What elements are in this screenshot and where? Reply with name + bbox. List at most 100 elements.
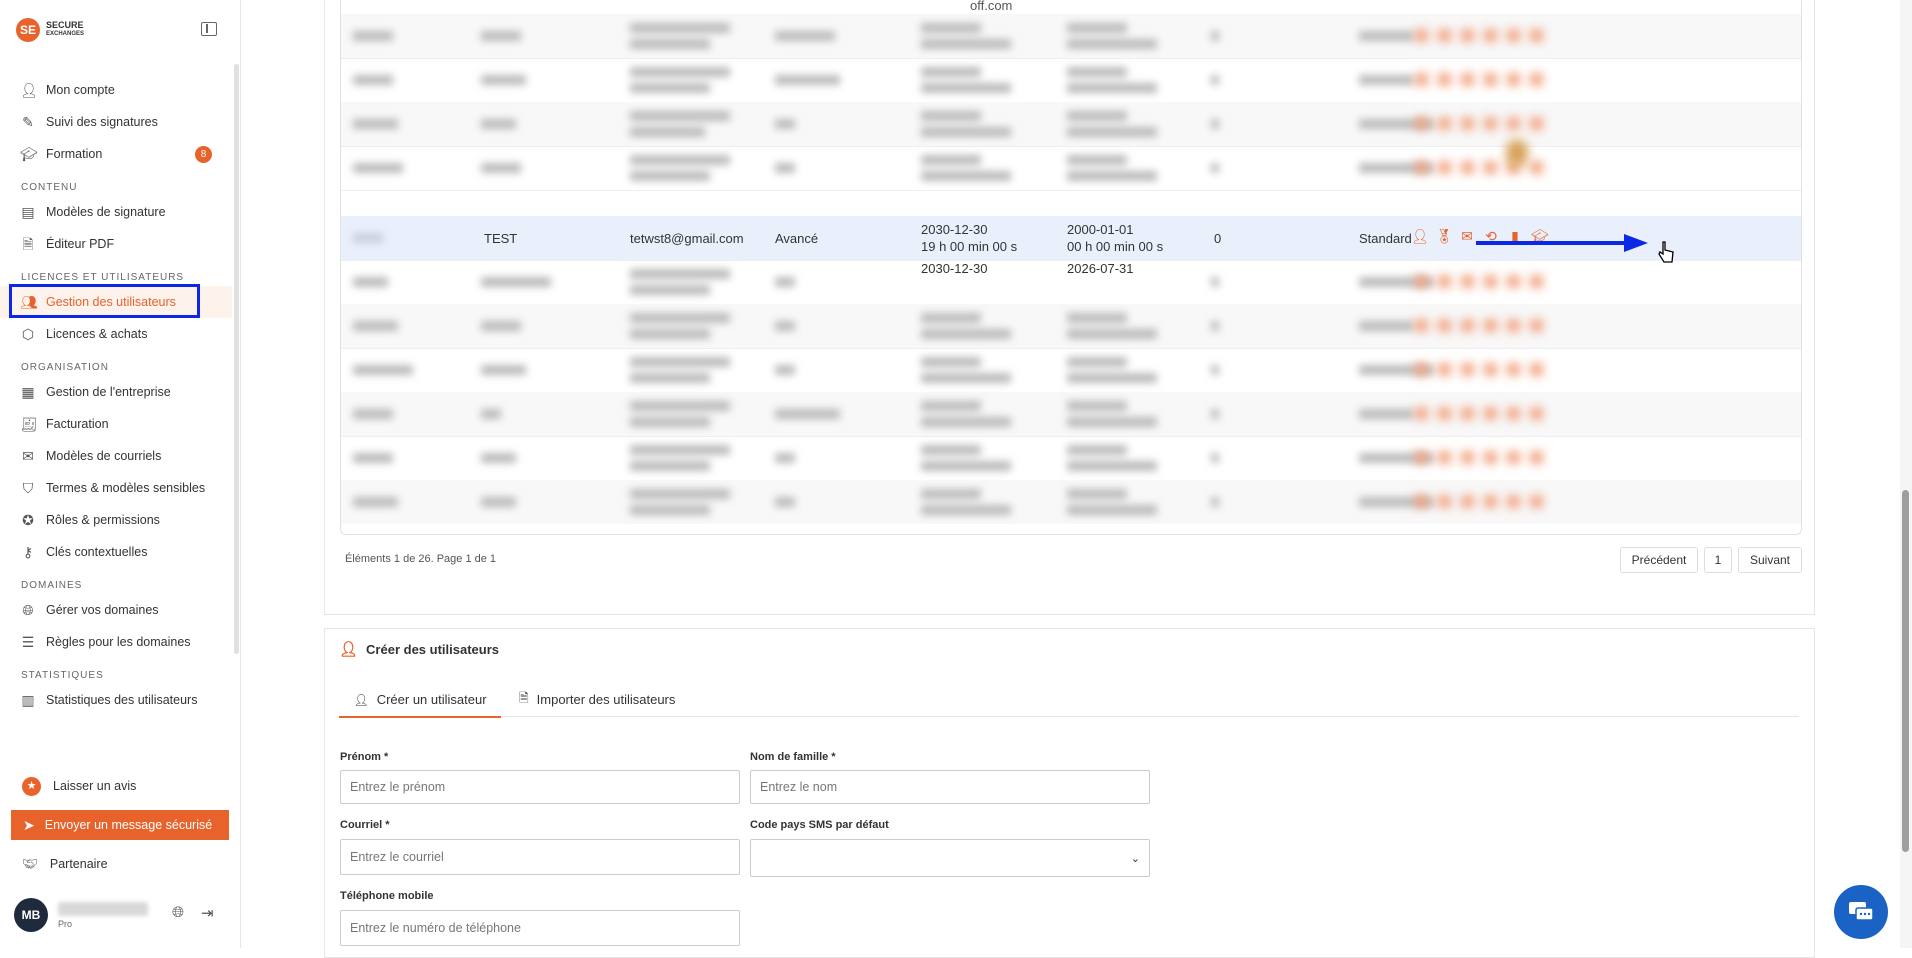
page-scrollbar-thumb[interactable] bbox=[1902, 490, 1909, 852]
sidebar-nav: 👤︎ Mon compte ✎ Suivi des signatures 🎓︎ … bbox=[0, 74, 232, 716]
tab-import-users[interactable]: 🗎︎ Importer des utilisateurs bbox=[519, 683, 675, 716]
logo-line2: EXCHANGES bbox=[46, 31, 85, 37]
partial-date2: 2026-07-31 bbox=[1067, 260, 1134, 276]
sidebar-item-label: Modèles de signature bbox=[46, 205, 166, 219]
email-label: Courriel * bbox=[340, 819, 390, 831]
blurred-username bbox=[58, 901, 148, 916]
page-number-button[interactable]: 1 bbox=[1704, 547, 1732, 573]
highlight-annotation-box bbox=[9, 284, 200, 318]
section-title: ORGANISATION bbox=[21, 362, 109, 373]
sidebar-item-roles-permissions[interactable]: ✪ Rôles & permissions bbox=[0, 504, 232, 536]
user-plus-icon: 👤︎ bbox=[339, 641, 359, 658]
sidebar-item-label: Modèles de courriels bbox=[46, 449, 162, 463]
table-row[interactable] bbox=[341, 436, 1801, 481]
mouse-pointer-icon bbox=[1658, 241, 1674, 263]
pen-icon: ✎ bbox=[22, 114, 34, 130]
table-row[interactable] bbox=[341, 480, 1801, 524]
table-row[interactable] bbox=[341, 14, 1801, 59]
table-row[interactable] bbox=[341, 348, 1801, 393]
table-row[interactable] bbox=[341, 146, 1801, 191]
cell-last-name: TEST bbox=[484, 230, 518, 246]
sidebar-item-formation[interactable]: 🎓︎ Formation 8 bbox=[0, 138, 232, 170]
cell-email: tetwst8@gmail.com bbox=[630, 230, 744, 246]
sidebar-bottom: ★ Laisser un avis ➤ Envoyer un message s… bbox=[0, 770, 240, 880]
page-scrollbar[interactable] bbox=[1900, 0, 1912, 948]
partner-label: Partenaire bbox=[49, 857, 108, 871]
mail-icon: ✉ bbox=[22, 448, 34, 464]
globe-icon[interactable]: 🌐︎ bbox=[172, 904, 184, 921]
avatar: MB bbox=[14, 898, 48, 932]
sidebar-item-termes-sensibles[interactable]: ⛉ Termes & modèles sensibles bbox=[0, 472, 232, 504]
star-icon: ★ bbox=[22, 776, 41, 796]
sidebar-item-statistiques[interactable]: ▥ Statistiques des utilisateurs bbox=[0, 684, 232, 716]
building-icon: ▦ bbox=[21, 384, 35, 400]
chevron-down-icon: ⌄ bbox=[1130, 852, 1140, 865]
sidebar-item-regles-domaines[interactable]: ☰ Règles pour les domaines bbox=[0, 626, 232, 658]
chat-widget-button[interactable] bbox=[1834, 885, 1888, 939]
send-label: Envoyer un message sécurisé bbox=[44, 818, 213, 832]
table-row[interactable] bbox=[341, 304, 1801, 349]
sliders-icon: ☰ bbox=[21, 634, 35, 650]
sidebar-item-gestion-entreprise[interactable]: ▦ Gestion de l'entreprise bbox=[0, 376, 232, 408]
phone-input[interactable]: Entrez le numéro de téléphone bbox=[340, 910, 740, 946]
sidebar-item-label: Termes & modèles sensibles bbox=[46, 481, 206, 495]
section-title: STATISTIQUES bbox=[21, 670, 104, 681]
bar-chart-icon: ▥ bbox=[21, 692, 35, 708]
partner-link[interactable]: 🤝︎ Partenaire bbox=[0, 848, 240, 880]
badge-check-icon: ✪ bbox=[22, 512, 34, 528]
logout-icon[interactable]: ⇥ bbox=[201, 904, 214, 922]
sidebar-item-label: Suivi des signatures bbox=[46, 115, 158, 129]
sidebar-item-suivi-signatures[interactable]: ✎ Suivi des signatures bbox=[0, 106, 232, 138]
table-row[interactable] bbox=[341, 102, 1801, 147]
sidebar-item-gerer-domaines[interactable]: 🌐︎ Gérer vos domaines bbox=[0, 594, 232, 626]
annotation-arrow bbox=[1476, 234, 1648, 252]
sms-country-select[interactable]: ⌄ bbox=[750, 839, 1150, 877]
first-name-label: Prénom * bbox=[340, 751, 389, 763]
graduation-cap-icon: 🎓︎ bbox=[20, 146, 38, 162]
sidebar-item-modeles-signature[interactable]: ▤ Modèles de signature bbox=[0, 196, 232, 228]
create-users-tabs: 👤︎ Créer un utilisateur 🗎︎ Importer des … bbox=[339, 683, 1799, 718]
sidebar-item-mon-compte[interactable]: 👤︎ Mon compte bbox=[0, 74, 232, 106]
sidebar-item-gestion-utilisateurs[interactable]: 👥︎ Gestion des utilisateurs bbox=[0, 284, 232, 318]
sidebar-item-licences-achats[interactable]: ⬡ Licences & achats bbox=[0, 318, 232, 350]
user-edit-icon[interactable]: 👤︎ bbox=[1411, 228, 1429, 245]
send-secure-message-button[interactable]: ➤ Envoyer un message sécurisé bbox=[11, 810, 229, 840]
table-row[interactable] bbox=[341, 58, 1801, 103]
sidebar-item-facturation[interactable]: 🧾︎ Facturation bbox=[0, 408, 232, 440]
previous-page-button[interactable]: Précédent bbox=[1620, 547, 1698, 573]
mail-icon[interactable]: ✉ bbox=[1459, 228, 1475, 245]
table-row[interactable]: 2030-12-30 2026-07-31 bbox=[341, 260, 1801, 305]
review-label: Laisser un avis bbox=[53, 779, 137, 793]
first-name-input[interactable]: Entrez le prénom bbox=[340, 770, 740, 804]
sidebar-item-label: Clés contextuelles bbox=[46, 545, 148, 559]
award-icon[interactable]: 🏅︎ bbox=[1435, 228, 1453, 245]
cell-count: 0 bbox=[1214, 230, 1222, 246]
sidebar-item-cles-contextuelles[interactable]: ⚷ Clés contextuelles bbox=[0, 536, 232, 568]
sidebar-toggle-icon[interactable] bbox=[201, 22, 217, 36]
review-link[interactable]: ★ Laisser un avis bbox=[0, 770, 240, 802]
sidebar-item-label: Formation bbox=[46, 147, 103, 161]
next-page-button[interactable]: Suivant bbox=[1738, 547, 1802, 573]
table-row[interactable] bbox=[341, 392, 1801, 437]
sidebar-scrollbar[interactable] bbox=[234, 64, 239, 654]
sidebar-item-modeles-courriels[interactable]: ✉ Modèles de courriels bbox=[0, 440, 232, 472]
phone-label: Téléphone mobile bbox=[340, 890, 434, 902]
shield-icon: ⛉ bbox=[22, 480, 34, 496]
sidebar-item-label: Éditeur PDF bbox=[46, 237, 115, 251]
tab-create-user[interactable]: 👤︎ Créer un utilisateur bbox=[339, 683, 501, 718]
file-import-icon: 🗎︎ bbox=[519, 691, 529, 705]
send-icon: ➤ bbox=[23, 816, 35, 833]
cell-date1-line1: 2030-12-30 bbox=[921, 222, 988, 237]
user-profile[interactable]: MB Pro bbox=[14, 898, 224, 932]
handshake-icon: 🤝︎ bbox=[22, 856, 38, 871]
logo-mark: SE bbox=[16, 18, 40, 42]
last-name-input[interactable]: Entrez le nom bbox=[750, 770, 1150, 804]
sidebar-item-label: Rôles & permissions bbox=[46, 513, 160, 527]
cell-plan: Standard bbox=[1359, 230, 1412, 246]
email-input[interactable]: Entrez le courriel bbox=[340, 839, 740, 875]
user-icon: 👤︎ bbox=[353, 692, 369, 707]
sidebar-item-editeur-pdf[interactable]: 🗎︎ Éditeur PDF bbox=[0, 228, 232, 260]
blurred-marker bbox=[1506, 140, 1528, 166]
globe-icon: 🌐︎ bbox=[22, 602, 34, 618]
logo[interactable]: SE SECURE EXCHANGES bbox=[16, 18, 84, 42]
